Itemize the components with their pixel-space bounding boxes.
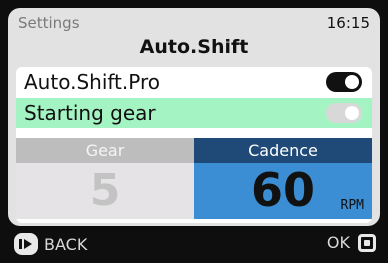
cadence-unit: RPM: [340, 198, 364, 213]
page-title: Auto.Shift: [139, 36, 249, 58]
gear-body: 5: [16, 163, 194, 219]
breadcrumb: Settings: [18, 14, 80, 32]
ok-button-icon: [358, 233, 376, 252]
ok-button[interactable]: OK: [327, 233, 376, 252]
auto-shift-pro-toggle[interactable]: [326, 72, 362, 92]
back-label: BACK: [44, 234, 88, 254]
settings-panel: Auto.Shift.Pro Starting gear Gear 5 Cade…: [16, 67, 372, 223]
back-button[interactable]: BACK: [14, 233, 87, 255]
gear-tile: Gear 5: [16, 138, 194, 219]
toggle-knob: [345, 106, 359, 120]
setting-row-starting-gear[interactable]: Starting gear: [16, 98, 372, 128]
starting-gear-toggle[interactable]: [326, 103, 362, 123]
cadence-body: 60 RPM: [194, 163, 372, 219]
cadence-tile: Cadence 60 RPM: [194, 138, 372, 219]
ok-label: OK: [326, 233, 350, 252]
setting-label: Starting gear: [24, 101, 156, 125]
footer-bar: BACK OK: [0, 230, 388, 263]
back-button-icon: [14, 233, 38, 255]
toggle-knob: [345, 75, 359, 89]
setting-row-auto-shift-pro[interactable]: Auto.Shift.Pro: [16, 67, 372, 97]
gear-value: 5: [89, 165, 121, 216]
gear-label: Gear: [16, 138, 194, 163]
setting-label: Auto.Shift.Pro: [24, 70, 160, 94]
settings-card: Settings 16:15 Auto.Shift Auto.Shift.Pro…: [8, 8, 380, 226]
cadence-label: Cadence: [194, 138, 372, 163]
clock: 16:15: [326, 14, 370, 32]
device-screen: Settings 16:15 Auto.Shift Auto.Shift.Pro…: [0, 0, 388, 263]
